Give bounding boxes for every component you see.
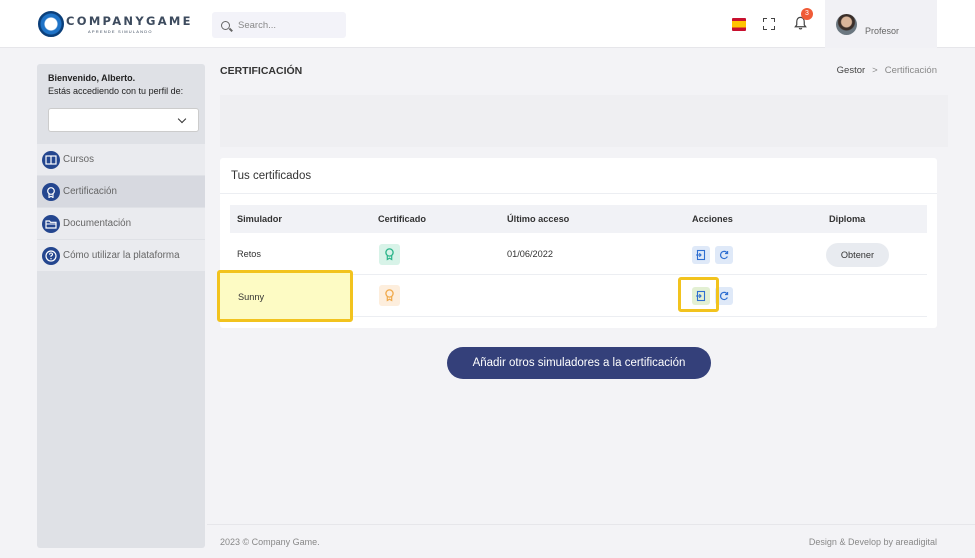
- highlight-simulator-sunny: Sunny: [217, 270, 353, 322]
- footer-divider: [207, 524, 975, 525]
- folder-icon: [42, 214, 60, 233]
- avatar: [836, 14, 857, 35]
- sidebar-item-documentacion[interactable]: Documentación: [37, 208, 205, 239]
- enter-simulator-button[interactable]: [692, 246, 710, 264]
- sidebar-nav: Cursos Certificación Documentación Cómo …: [37, 144, 205, 272]
- footer-copyright: 2023 © Company Game.: [220, 537, 320, 547]
- sidebar-item-label: Documentación: [63, 218, 132, 229]
- column-header-diploma: Diploma: [829, 214, 866, 224]
- sidebar-item-cursos[interactable]: Cursos: [37, 144, 205, 175]
- breadcrumb-gestor[interactable]: Gestor: [837, 65, 866, 76]
- search-icon: [221, 20, 230, 30]
- notification-badge: 3: [801, 8, 813, 20]
- help-icon: [42, 246, 60, 265]
- column-header-acciones: Acciones: [692, 214, 733, 224]
- certified-award-icon: [379, 244, 400, 265]
- reset-button[interactable]: [715, 246, 733, 264]
- login-icon: [696, 249, 706, 261]
- book-icon: [42, 150, 60, 169]
- company-logo[interactable]: COMPANYGAME APRENDE SIMULANDO: [38, 11, 193, 37]
- sidebar: Bienvenido, Alberto. Estás accediendo co…: [37, 64, 205, 548]
- search-input[interactable]: [238, 19, 338, 31]
- user-role: Profesor: [865, 26, 900, 36]
- user-menu[interactable]: Profesor: [825, 0, 937, 48]
- fullscreen-icon[interactable]: [763, 18, 775, 30]
- obtain-diploma-button[interactable]: Obtener: [826, 243, 889, 267]
- simulator-name: Sunny: [238, 292, 265, 302]
- breadcrumb: Gestor > Certificación: [837, 65, 937, 76]
- profile-select[interactable]: [48, 108, 199, 132]
- sidebar-item-ayuda[interactable]: Cómo utilizar la plataforma: [37, 240, 205, 271]
- sidebar-item-label: Certificación: [63, 186, 117, 197]
- column-header-certificado: Certificado: [378, 214, 426, 224]
- chevron-down-icon: [177, 114, 187, 124]
- search-box: [212, 12, 346, 38]
- table-row: Retos 01/06/2022 Obtener: [230, 234, 927, 275]
- sidebar-item-label: Cursos: [63, 154, 95, 165]
- footer-credit: Design & Develop by areadigital: [808, 537, 937, 547]
- add-simulators-button[interactable]: Añadir otros simuladores a la certificac…: [447, 347, 711, 379]
- divider: [220, 193, 937, 194]
- last-access: 01/06/2022: [507, 249, 553, 259]
- sidebar-item-label: Cómo utilizar la plataforma: [63, 250, 180, 261]
- logo-tagline: APRENDE SIMULANDO: [88, 29, 153, 34]
- award-icon: [42, 182, 60, 201]
- info-banner: [220, 95, 948, 147]
- logo-mark-icon: [38, 11, 64, 37]
- highlight-enter-button: [678, 277, 719, 312]
- table-header: Simulador Certificado Último acceso Acci…: [230, 205, 927, 233]
- logo-text: COMPANYGAME: [66, 14, 193, 28]
- spain-flag-icon[interactable]: [732, 18, 746, 31]
- profile-prompt: Estás accediendo con tu perfil de:: [48, 86, 184, 96]
- breadcrumb-separator: >: [872, 65, 878, 76]
- page-title: CERTIFICACIÓN: [220, 65, 303, 77]
- card-title: Tus certificados: [231, 170, 312, 182]
- sidebar-item-certificacion[interactable]: Certificación: [37, 176, 205, 207]
- pending-award-icon: [379, 285, 400, 306]
- simulator-name: Retos: [237, 249, 262, 259]
- top-navbar: COMPANYGAME APRENDE SIMULANDO 3 Profesor: [0, 0, 975, 48]
- column-header-simulador: Simulador: [237, 214, 282, 224]
- column-header-ultimo-acceso: Último acceso: [507, 214, 570, 224]
- welcome-text: Bienvenido, Alberto.: [48, 73, 136, 83]
- breadcrumb-current: Certificación: [884, 65, 937, 76]
- refresh-icon: [720, 250, 729, 260]
